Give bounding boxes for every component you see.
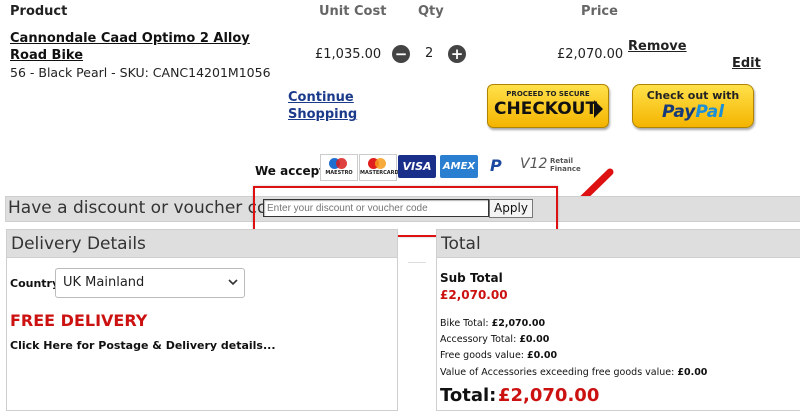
delivery-title: Delivery Details (11, 234, 146, 254)
header-unit-cost: Unit Cost (319, 4, 387, 19)
exceeding-row: Value of Accessories exceeding free good… (440, 367, 707, 378)
country-label: Country (10, 277, 60, 290)
remove-link[interactable]: Remove (628, 39, 687, 54)
mastercard-card-icon: MASTERCARD (359, 154, 399, 181)
line-price-value: £2,070.00 (557, 47, 624, 62)
continue-shopping-link[interactable]: Continue Shopping (288, 89, 358, 123)
qty-value: 2 (425, 46, 434, 61)
header-qty: Qty (418, 4, 444, 19)
total-title: Total (441, 234, 481, 254)
paypal-logo-icon: PayPal (633, 102, 753, 122)
secure-checkout-button[interactable]: PROCEED TO SECURE CHECKOUT (487, 84, 609, 128)
paypal-small-icon: P (490, 156, 502, 175)
v12-finance-icon: V12 (520, 156, 548, 172)
bike-total-value: £2,070.00 (491, 318, 546, 329)
accessory-total-row: Accessory Total: £0.00 (440, 334, 549, 345)
arrow-right-icon (594, 100, 603, 118)
grand-total-label: Total: (440, 385, 497, 406)
accessory-total-value: £0.00 (519, 334, 550, 345)
bike-total-row: Bike Total: £2,070.00 (440, 318, 545, 329)
product-name-link[interactable]: Cannondale Caad Optimo 2 Alloy Road Bike (10, 30, 260, 64)
free-goods-row: Free goods value: £0.00 (440, 350, 557, 361)
edit-link[interactable]: Edit (732, 56, 761, 71)
exceeding-label: Value of Accessories exceeding free good… (440, 367, 675, 378)
country-value: UK Mainland (63, 275, 145, 290)
postage-details-link[interactable]: Click Here for Postage & Delivery detail… (10, 339, 276, 352)
free-delivery-label: FREE DELIVERY (10, 311, 148, 330)
delivery-header: Delivery Details (6, 229, 398, 258)
checkout-caption: PROCEED TO SECURE (506, 90, 590, 98)
visa-card-icon: VISA (398, 155, 436, 178)
free-goods-label: Free goods value: (440, 350, 524, 361)
mastercard-text: MASTERCARD (360, 170, 399, 176)
checkout-label: CHECKOUT (494, 99, 598, 119)
accessory-total-label: Accessory Total: (440, 334, 517, 345)
grand-total-value: £2,070.00 (498, 385, 600, 406)
qty-increase-button[interactable]: + (448, 45, 466, 63)
unit-cost-value: £1,035.00 (315, 47, 382, 62)
qty-decrease-button[interactable]: − (392, 45, 410, 63)
country-select[interactable]: UK Mainland (55, 268, 245, 298)
chevron-down-icon (228, 279, 238, 286)
maestro-text: MAESTRO (325, 170, 353, 176)
paypal-pay-text: Pay (661, 102, 696, 122)
subtotal-label: Sub Total (440, 271, 503, 285)
divider (408, 262, 426, 263)
total-header: Total (436, 229, 800, 258)
bike-total-label: Bike Total: (440, 318, 489, 329)
maestro-card-icon: MAESTRO (320, 154, 358, 181)
free-goods-value: £0.00 (527, 350, 558, 361)
paypal-pal-text: Pal (695, 102, 725, 122)
header-price: Price (581, 4, 618, 19)
product-variant: 56 - Black Pearl - SKU: CANC14201M1056 (10, 65, 271, 80)
paypal-checkout-button[interactable]: Check out with PayPal (632, 84, 754, 128)
subtotal-value: £2,070.00 (440, 288, 508, 302)
header-product: Product (10, 4, 68, 19)
we-accept-label: We accept (255, 164, 325, 178)
paypal-caption: Check out with (646, 89, 740, 102)
amex-card-icon: AMEX (440, 155, 478, 178)
exceeding-value: £0.00 (677, 367, 708, 378)
